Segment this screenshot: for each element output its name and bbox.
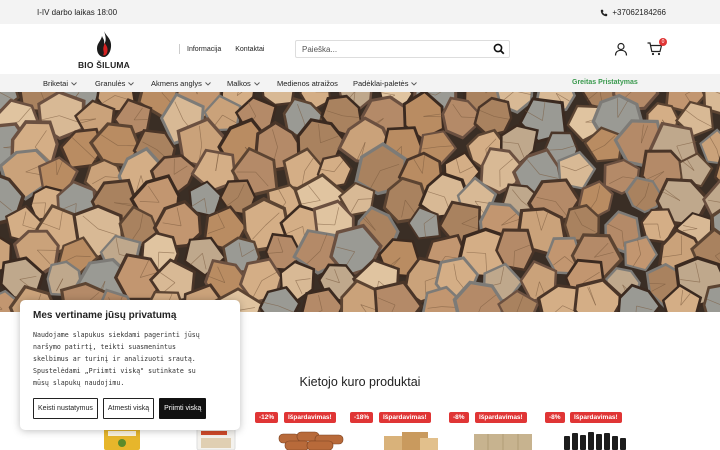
- logo[interactable]: BIO ŠILUMA: [74, 30, 134, 72]
- discount-badge: -18%: [350, 412, 374, 423]
- cart-count-badge: 0: [659, 38, 667, 46]
- chevron-down-icon: [128, 81, 135, 86]
- product-image-pellets-yellow[interactable]: [102, 428, 142, 450]
- search-input[interactable]: [296, 41, 486, 57]
- reject-all-button[interactable]: Atmesti viską: [102, 398, 155, 419]
- discount-badge: -8%: [545, 412, 565, 423]
- cookie-text: Naudojame slapukus siekdami pagerinti jū…: [33, 329, 227, 389]
- nav-label: Padėklai-paletės: [353, 79, 409, 88]
- nav-item-granules[interactable]: Granulės: [95, 79, 135, 88]
- cookie-buttons: Keisti nustatymus Atmesti viską Priimti …: [33, 398, 207, 419]
- flame-logo-icon: [97, 31, 112, 57]
- cookie-text-line: naršymo patirtį, teikti suasmenintus: [33, 343, 176, 351]
- accept-all-button[interactable]: Priimti viską: [159, 398, 207, 419]
- nav-label: Malkos: [227, 79, 251, 88]
- cookie-text-line: Naudojame slapukus siekdami pagerinti jū…: [33, 331, 200, 339]
- header-links: Informacija Kontaktai: [179, 44, 278, 54]
- product-image-pellets-white[interactable]: [195, 428, 237, 450]
- product-image-round-briquettes[interactable]: [277, 430, 347, 450]
- chevron-down-icon: [71, 81, 77, 86]
- sale-badge: Išpardavimas!: [379, 412, 431, 423]
- chevron-down-icon: [253, 81, 260, 86]
- nav-item-padeklai[interactable]: Padėklai-paletės: [353, 79, 418, 88]
- customize-cookies-button[interactable]: Keisti nustatymus: [33, 398, 98, 419]
- divider: [179, 44, 180, 54]
- account-icon[interactable]: [614, 42, 628, 56]
- product-image-ruf-briquettes[interactable]: [472, 432, 534, 450]
- sale-badge: Išpardavimas!: [570, 412, 622, 423]
- cart-button[interactable]: 0: [647, 38, 667, 56]
- nav-label: Akmens anglys: [151, 79, 202, 88]
- product-image-wood-blocks[interactable]: [380, 430, 440, 450]
- top-bar: I-IV darbo laikas 18:00 +37062184266: [0, 0, 720, 24]
- main-nav: Briketai Granulės Akmens anglys Malkos M…: [0, 74, 720, 92]
- link-informacija[interactable]: Informacija: [187, 46, 221, 53]
- cookie-text-line: mūsų slapukų naudojimu.: [33, 379, 125, 387]
- logo-text: BIO ŠILUMA: [77, 60, 131, 70]
- hero-banner-firewood: [0, 92, 720, 312]
- discount-badge: -8%: [449, 412, 469, 423]
- link-kontaktai[interactable]: Kontaktai: [235, 46, 264, 53]
- cookie-title: Mes vertiname jūsų privatumą: [33, 310, 177, 321]
- working-hours: I-IV darbo laikas 18:00: [37, 8, 118, 17]
- nav-label: Granulės: [95, 79, 126, 88]
- nav-item-malkos[interactable]: Malkos: [227, 79, 260, 88]
- nav-label: Medienos atraižos: [277, 79, 338, 88]
- product-image-coal-pellets[interactable]: [560, 430, 632, 450]
- cookie-text-line: Spustelėdami „Priimti viską" sutinkate s…: [33, 367, 196, 375]
- nav-item-briketai[interactable]: Briketai: [43, 79, 77, 88]
- nav-item-medienos-atraizos[interactable]: Medienos atraižos: [277, 79, 338, 88]
- phone-number: +37062184266: [612, 8, 666, 17]
- chevron-down-icon: [205, 81, 211, 86]
- express-delivery-link[interactable]: Greitas Pristatymas: [572, 79, 638, 86]
- discount-badge: -12%: [255, 412, 279, 423]
- search-box: [295, 40, 510, 58]
- sale-badge: Išpardavimas!: [284, 412, 336, 423]
- search-icon[interactable]: [493, 43, 505, 55]
- phone-icon: [601, 9, 608, 16]
- sale-badge: Išpardavimas!: [475, 412, 527, 423]
- site-header: BIO ŠILUMA Informacija Kontaktai 0: [0, 24, 720, 74]
- cookie-text-line: skelbimus ar turinį ir analizuoti srautą…: [33, 355, 196, 363]
- chevron-down-icon: [411, 81, 418, 86]
- cookie-consent-dialog: Mes vertiname jūsų privatumą Naudojame s…: [20, 300, 240, 430]
- firewood-image: [0, 92, 720, 312]
- nav-label: Briketai: [43, 79, 69, 88]
- nav-item-akmens-anglys[interactable]: Akmens anglys: [151, 79, 211, 88]
- phone-link[interactable]: +37062184266: [600, 8, 666, 17]
